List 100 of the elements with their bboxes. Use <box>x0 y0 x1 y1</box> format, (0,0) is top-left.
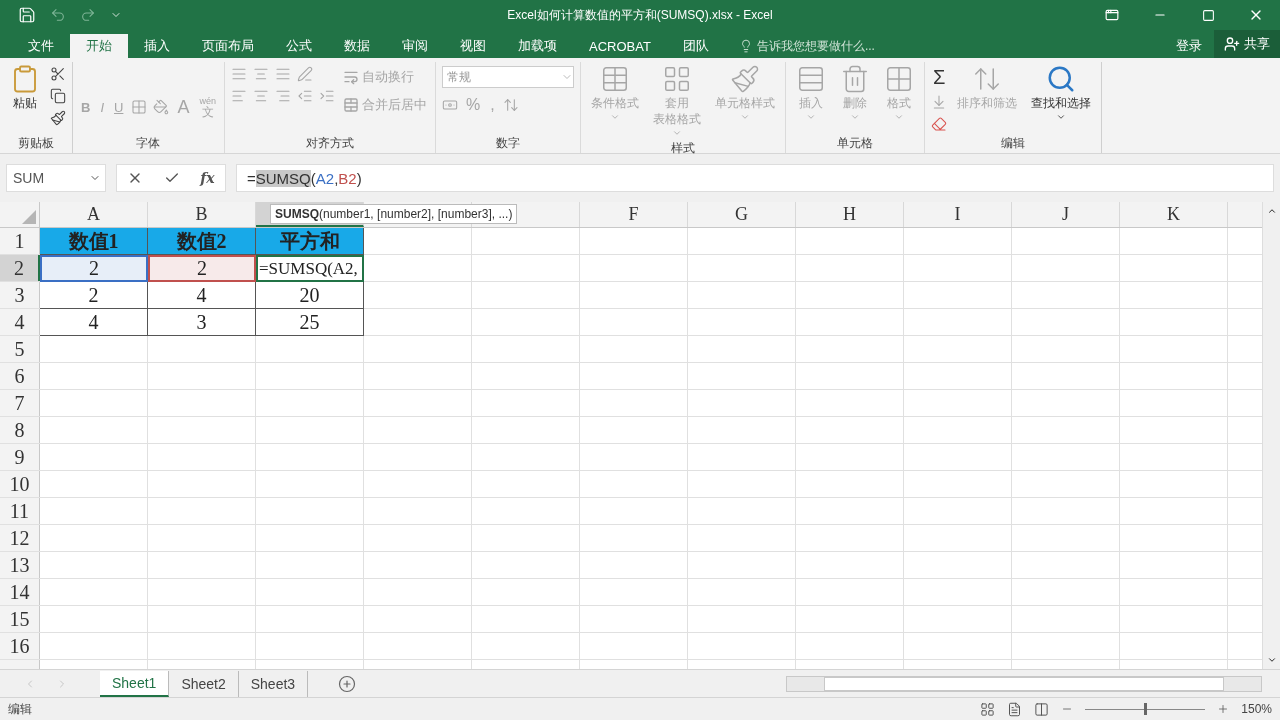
table-cell: 3 <box>148 309 256 336</box>
insert-function-button[interactable]: fx <box>200 170 215 186</box>
caret-icon <box>893 112 904 122</box>
function-tooltip: SUMSQ(number1, [number2], [number3], ...) <box>270 204 518 224</box>
ribbon-tab[interactable]: 视图 <box>444 34 502 58</box>
group-label: 剪贴板 <box>17 135 55 152</box>
table-cell: 2 <box>40 282 148 309</box>
header-cell: 平方和 <box>256 228 364 255</box>
group-label: 编辑 <box>1000 135 1027 152</box>
row-header[interactable]: 3 <box>0 282 40 308</box>
row-header[interactable]: 8 <box>0 417 40 443</box>
row-header[interactable]: 2 <box>0 255 40 281</box>
save-icon[interactable] <box>18 6 36 24</box>
window-title: Excel如何计算数值的平方和(SUMSQ).xlsx - Excel <box>506 6 774 24</box>
person-add-icon <box>1224 36 1240 52</box>
row-header[interactable]: 13 <box>0 552 40 578</box>
row-header[interactable]: 9 <box>0 444 40 470</box>
formula-field[interactable]: =SUMSQ(A2,B2) <box>236 164 1274 192</box>
status-mode: 编辑 <box>8 700 32 718</box>
maximize-icon <box>1201 8 1215 22</box>
row-header[interactable]: 11 <box>0 498 40 524</box>
autosum-button[interactable]: Σ <box>930 66 948 88</box>
column-header[interactable]: F <box>580 202 688 227</box>
ribbon-tab[interactable]: 公式 <box>270 34 328 58</box>
group-label: 样式 <box>669 140 696 157</box>
row-header[interactable]: 10 <box>0 471 40 497</box>
row-header[interactable]: 1 <box>0 228 40 254</box>
row-header[interactable]: 5 <box>0 336 40 362</box>
sheet-tab[interactable]: Sheet1 <box>100 670 170 697</box>
table-cell: 4 <box>148 282 256 309</box>
caret-icon <box>671 128 682 138</box>
caret-icon <box>805 112 816 122</box>
page-layout-icon[interactable] <box>1007 701 1023 717</box>
row-header[interactable]: 16 <box>0 633 40 659</box>
format-painter-icon[interactable] <box>50 110 66 126</box>
normal-view-icon[interactable] <box>980 701 996 717</box>
column-header[interactable]: G <box>688 202 796 227</box>
tell-me-field[interactable]: 告诉我您想要做什么... <box>756 37 875 55</box>
window-icon <box>1105 8 1119 22</box>
ribbon-tab[interactable]: 审阅 <box>386 34 444 58</box>
ribbon-tab[interactable]: 开始 <box>70 34 128 58</box>
vertical-scrollbar[interactable] <box>1262 202 1280 669</box>
brush-icon <box>729 64 760 94</box>
merge-icon <box>342 97 359 113</box>
row-header[interactable]: 7 <box>0 390 40 416</box>
row-header[interactable]: 12 <box>0 525 40 551</box>
ribbon-tab[interactable]: 加载项 <box>502 34 573 58</box>
horizontal-scrollbar[interactable] <box>786 675 1262 692</box>
table-cell: 25 <box>256 309 364 336</box>
paste-button[interactable]: 粘贴 <box>6 62 44 112</box>
ribbon-tab[interactable]: ACROBAT <box>573 34 667 58</box>
cut-icon[interactable] <box>50 66 66 82</box>
scroll-up-icon[interactable] <box>1266 206 1277 216</box>
zoom-in-icon[interactable] <box>1217 703 1230 715</box>
table-cell: 20 <box>256 282 364 309</box>
group-label: 字体 <box>135 135 162 152</box>
undo-icon[interactable] <box>50 7 66 23</box>
redo-icon[interactable] <box>80 7 96 23</box>
corner-triangle-icon <box>22 210 36 224</box>
sign-in-link[interactable]: 登录 <box>1164 34 1214 58</box>
column-header[interactable]: J <box>1012 202 1120 227</box>
scroll-down-icon[interactable] <box>1266 655 1277 665</box>
zoom-thumb[interactable] <box>1144 703 1148 715</box>
add-sheet-icon[interactable] <box>338 674 357 693</box>
ribbon-tab[interactable]: 插入 <box>128 34 186 58</box>
group-label: 数字 <box>494 135 521 152</box>
group-label: 单元格 <box>835 135 874 152</box>
caret-icon <box>849 112 860 122</box>
eraser-icon[interactable] <box>930 116 947 132</box>
name-box[interactable]: SUM <box>6 164 106 192</box>
ribbon-tab[interactable]: 文件 <box>12 34 70 58</box>
header-cell: 数值2 <box>148 228 256 255</box>
column-header[interactable]: A <box>40 202 148 227</box>
table-cell: 2 <box>40 255 148 282</box>
caret-icon <box>739 112 750 122</box>
group-label: 对齐方式 <box>304 135 355 152</box>
sheet-tab[interactable]: Sheet3 <box>238 670 309 697</box>
column-header[interactable]: H <box>796 202 904 227</box>
column-header[interactable]: I <box>904 202 1012 227</box>
row-header[interactable]: 4 <box>0 309 40 335</box>
row-header[interactable]: 14 <box>0 579 40 605</box>
sheet-tab[interactable]: Sheet2 <box>169 670 239 697</box>
page-break-icon[interactable] <box>1034 701 1050 717</box>
zoom-level: 150% <box>1241 702 1272 716</box>
table-cell: 4 <box>40 309 148 336</box>
row-header[interactable]: 15 <box>0 606 40 632</box>
wrap-text-icon <box>342 69 359 85</box>
caret-icon <box>609 112 620 122</box>
ribbon-tab[interactable]: 数据 <box>328 34 386 58</box>
table-cell: 2 <box>148 255 256 282</box>
header-cell: 数值1 <box>40 228 148 255</box>
find-select-button[interactable]: 查找和选择 <box>1027 62 1096 124</box>
row-header[interactable]: 6 <box>0 363 40 389</box>
copy-icon[interactable] <box>50 88 66 104</box>
cell-editor[interactable]: =SUMSQ(A2, <box>256 255 364 282</box>
caret-icon <box>1056 112 1067 122</box>
column-header[interactable]: K <box>1120 202 1228 227</box>
ribbon-tab[interactable]: 页面布局 <box>186 34 270 58</box>
share-button[interactable]: 共享 <box>1214 30 1280 58</box>
ribbon-tab[interactable]: 团队 <box>666 34 725 58</box>
